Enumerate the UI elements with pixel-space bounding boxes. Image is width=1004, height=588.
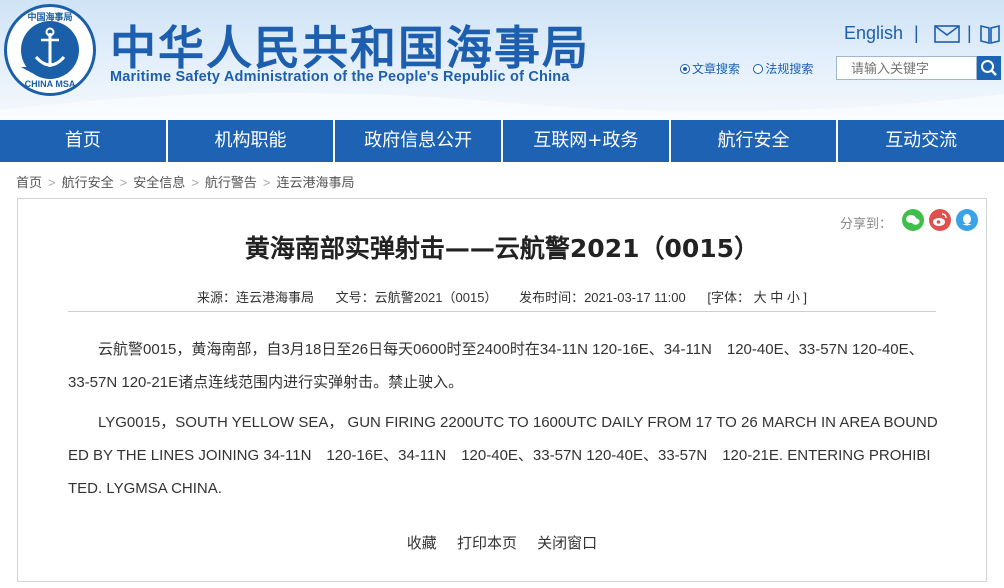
radio-icon xyxy=(680,64,690,74)
search-input[interactable] xyxy=(836,56,977,80)
nav-home[interactable]: 首页 xyxy=(0,120,168,162)
print-link[interactable]: 打印本页 xyxy=(457,535,517,552)
nav-functions[interactable]: 机构职能 xyxy=(168,120,336,162)
breadcrumb-item[interactable]: 航行警告 xyxy=(205,175,257,190)
weibo-icon[interactable] xyxy=(929,209,951,231)
article-paragraph-en: LYG0015，SOUTH YELLOW SEA， GUN FIRING 220… xyxy=(68,414,938,497)
favorite-link[interactable]: 收藏 xyxy=(407,535,437,552)
breadcrumb-item[interactable]: 航行安全 xyxy=(62,175,114,190)
close-window-link[interactable]: 关闭窗口 xyxy=(537,535,597,552)
site-header: 中国海事局 CHINA MSA 中华人民共和国海事局 Maritime Safe… xyxy=(0,0,1004,120)
radio-icon xyxy=(753,64,764,74)
article-time: 发布时间：2021-03-17 11:00 xyxy=(519,290,686,305)
article-docno: 文号：云航警2021（0015） xyxy=(335,290,498,305)
msa-logo[interactable]: 中国海事局 CHINA MSA xyxy=(4,4,96,96)
article-actions: 收藏 打印本页 关闭窗口 xyxy=(18,532,986,553)
header-wave-decoration xyxy=(0,92,1004,120)
breadcrumb-item[interactable]: 首页 xyxy=(16,175,42,190)
logo-top-text: 中国海事局 xyxy=(27,12,73,22)
article-panel: 分享到： 黄海南部实弹射击——云航警2021（0015） 来源：连云港海事局 文… xyxy=(17,198,987,582)
search-options: 文章搜索 法规搜索 xyxy=(680,60,823,77)
search-option-law[interactable]: 法规搜索 xyxy=(753,60,813,77)
english-link[interactable]: English xyxy=(844,23,903,44)
breadcrumb-item[interactable]: 连云港海事局 xyxy=(276,175,354,190)
article-source: 来源：连云港海事局 xyxy=(196,290,314,305)
separator: | xyxy=(967,23,972,43)
nav-gov-info[interactable]: 政府信息公开 xyxy=(335,120,504,162)
wechat-icon[interactable] xyxy=(902,209,924,231)
main-nav: 首页 机构职能 政府信息公开 互联网+政务 航行安全 互动交流 xyxy=(0,120,1004,162)
font-size-control[interactable]: [字体： 大 中 小 ] xyxy=(707,290,807,305)
site-subtitle: Maritime Safety Administration of the Pe… xyxy=(110,69,570,85)
breadcrumb-item[interactable]: 安全信息 xyxy=(133,175,185,190)
separator: | xyxy=(914,23,919,43)
article-paragraph-cn: 云航警0015，黄海南部，自3月18日至26日每天0600时至2400时在34-… xyxy=(68,341,924,391)
nav-internet-gov[interactable]: 互联网+政务 xyxy=(503,120,671,162)
search-icon xyxy=(981,60,997,76)
logo-bottom-text: CHINA MSA xyxy=(24,79,76,89)
top-links: English | | xyxy=(824,20,1004,48)
breadcrumb: 首页 > 航行安全 > 安全信息 > 航行警告 > 连云港海事局 xyxy=(16,175,355,190)
search-option-article[interactable]: 文章搜索 xyxy=(680,60,740,77)
nav-interaction[interactable]: 互动交流 xyxy=(838,120,1004,162)
book-icon[interactable] xyxy=(979,24,1001,44)
search-button[interactable] xyxy=(977,56,1001,80)
article-title: 黄海南部实弹射击——云航警2021（0015） xyxy=(244,234,760,263)
nav-navigation-safety[interactable]: 航行安全 xyxy=(671,120,839,162)
mail-icon[interactable] xyxy=(934,25,960,43)
article-meta: 来源：连云港海事局 文号：云航警2021（0015） 发布时间：2021-03-… xyxy=(18,287,986,306)
qq-icon[interactable] xyxy=(956,209,978,231)
divider xyxy=(68,311,936,312)
